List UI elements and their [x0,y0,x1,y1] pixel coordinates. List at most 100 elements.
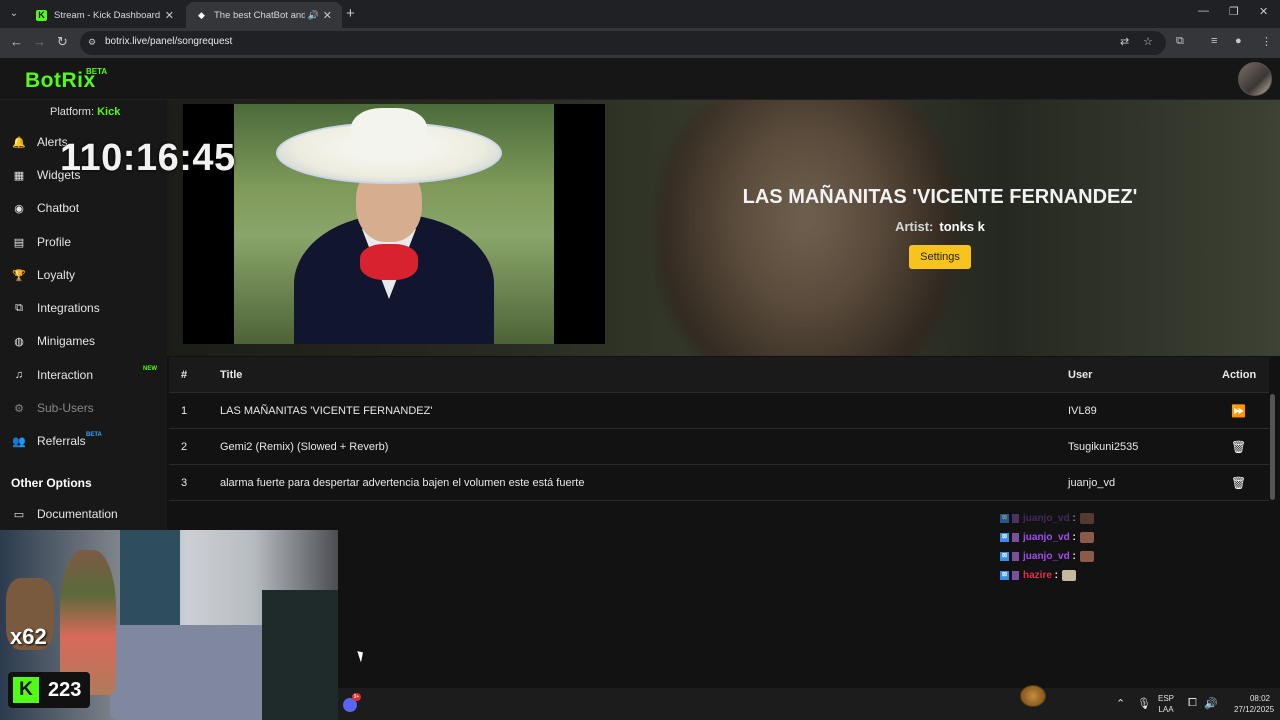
more-menu-icon[interactable]: ⋮ [1261,35,1272,48]
badge-icon: ⊠ [1000,532,1009,542]
sidebar-item-label: Referrals [37,434,86,448]
sidebar-item-label: Sub-Users [37,401,94,415]
sidebar-item-profile[interactable]: ▤ Profile [0,230,167,254]
table-header: # Title User Action [169,357,1269,393]
sidebar-item-integrations[interactable]: ⧉ Integrations [0,296,167,320]
emote-icon [1062,569,1077,581]
user-avatar[interactable] [1238,62,1272,96]
table-row: 3 alarma fuerte para despertar advertenc… [169,465,1269,501]
settings-button[interactable]: Settings [909,245,971,269]
close-tab-icon[interactable]: ✕ [165,9,174,22]
network-icon[interactable]: ⧠ [1188,697,1197,710]
microphone-icon[interactable]: 🎙 [1137,697,1151,710]
song-info: LAS MAÑANITAS 'VICENTE FERNANDEZ' Artist… [727,186,1153,269]
clock[interactable]: 08:02 27/12/2025 [1234,693,1274,715]
chat-message: ⊠ juanjo_vd : [1000,529,1094,545]
sidebar-item-chatbot[interactable]: ◉ Chatbot [0,196,167,220]
video-thumbnail [234,104,554,344]
badge-icon: ⊠ [1000,551,1009,561]
alerts-icon: 🔔 [12,136,26,149]
botrix-favicon-icon: ◆ [198,9,205,20]
sub-users-icon: ⚙ [14,402,24,415]
robot-icon: ◉ [14,202,24,215]
sidebar-item-label: Chatbot [37,201,80,215]
bookmark-star-icon[interactable]: ☆ [1143,35,1153,48]
badge-icon: ⊠ [1000,513,1009,523]
tab-title: The best ChatBot and Widg [214,9,305,21]
sidebar-item-interaction[interactable]: ♫ Interaction NEW [0,363,167,387]
back-icon[interactable]: ← [10,34,23,49]
app-header: BotRix BETA [0,58,1280,100]
close-tab-icon[interactable]: ✕ [323,9,332,22]
translate-icon[interactable]: ⇄ [1120,35,1129,48]
sidebar-item-label: Interaction [37,368,94,382]
minimize-icon[interactable]: — [1198,5,1209,17]
sidebar-item-label: Documentation [37,507,118,521]
restore-icon[interactable]: ❐ [1229,5,1239,18]
users-icon: 👥 [12,435,26,448]
kick-viewer-badge: K 223 [8,672,90,708]
chevron-up-icon[interactable]: ⌃ [1116,697,1125,710]
chat-username: hazire [1023,569,1052,581]
chat-message: ⊠ juanjo_vd : [1000,548,1094,564]
emote-icon [1079,550,1094,562]
discord-icon[interactable]: 9+ [343,693,361,712]
browser-tab-bar: ⌄ K Stream - Kick Dashboard ✕ ◆ The best… [0,0,1280,28]
video-player[interactable] [183,104,605,344]
beta-badge: BETA [86,432,102,438]
sidebar-item-referrals[interactable]: 👥 Referrals BETA [0,429,167,453]
sidebar-item-label: Minigames [37,334,96,348]
extensions-icon[interactable]: ⧉ [1176,35,1184,48]
sidebar-item-loyalty[interactable]: 🏆 Loyalty [0,263,167,287]
table-scrollbar[interactable] [1270,394,1275,500]
now-playing-panel: LAS MAÑANITAS 'VICENTE FERNANDEZ' Artist… [167,100,1280,356]
skip-forward-icon[interactable]: ⏩ [1231,404,1246,418]
url-field[interactable]: ⚙ botrix.live/panel/songrequest ⇄ ☆ [80,31,1166,55]
media-control-icon[interactable]: ≡ [1211,35,1217,47]
sidebar-item-sub-users[interactable]: ⚙ Sub-Users [0,396,167,420]
badge-icon: ⊠ [1000,570,1009,580]
speaker-icon[interactable]: 🔊 [308,10,319,21]
trophy-icon: 🏆 [12,269,26,282]
chat-message: ⊠ juanjo_vd : [1000,510,1094,526]
chat-username: juanjo_vd [1023,512,1070,524]
sidebar-item-minigames[interactable]: ◍ Minigames [0,329,167,353]
trash-icon[interactable]: 🗑 [1231,476,1246,490]
widgets-icon: ▦ [13,169,25,182]
taskbar: 9+ ⌃ 🎙 ESP LAA ⧠ 🔊 08:02 27/12/2025 [338,685,1280,720]
trash-icon[interactable]: 🗑 [1231,440,1246,454]
profile-card-icon: ▤ [13,236,25,249]
artist-name: tonks k [939,219,985,234]
forward-icon[interactable]: → [33,34,46,49]
new-tab-button[interactable]: + [346,5,355,22]
sidebar-item-label: Integrations [37,301,100,315]
other-options-heading: Other Options [11,476,92,490]
coin-icon [1020,685,1046,707]
chat-message: ⊠ hazire : [1000,567,1077,583]
new-badge: NEW [143,366,157,372]
emote-icon [1079,512,1094,524]
profile-icon[interactable]: ● [1235,35,1242,47]
tab-title: Stream - Kick Dashboard [54,9,161,21]
multiplier-label: x62 [10,624,47,649]
site-info-icon[interactable]: ⚙ [88,37,96,48]
tab-kick-dashboard[interactable]: K Stream - Kick Dashboard ✕ [26,2,184,28]
gamepad-icon: ◍ [14,335,24,348]
language-indicator[interactable]: ESP LAA [1158,693,1174,715]
stream-timer: 110:16:45 [60,137,236,179]
close-window-icon[interactable]: ✕ [1259,5,1268,18]
integrations-icon: ⧉ [15,301,23,314]
kick-logo-icon: K [13,677,39,703]
viewer-count: 223 [48,678,82,701]
tab-botrix[interactable]: ◆ The best ChatBot and Widg 🔊 ✕ [186,2,342,28]
reload-icon[interactable]: ↻ [57,34,68,50]
table-row: 2 Gemi2 (Remix) (Slowed + Reverb) Tsugik… [169,429,1269,465]
sidebar-item-documentation[interactable]: ▭ Documentation [0,502,167,526]
url-text[interactable]: botrix.live/panel/songrequest [105,36,232,47]
tab-search-icon[interactable]: ⌄ [4,4,24,24]
notification-count: 9+ [352,693,361,701]
kick-favicon-icon: K [36,9,47,21]
volume-icon[interactable]: 🔊 [1204,697,1218,710]
artist-line: Artist: tonks k [895,219,985,234]
address-bar: ← → ↻ ⚙ botrix.live/panel/songrequest ⇄ … [0,28,1280,58]
